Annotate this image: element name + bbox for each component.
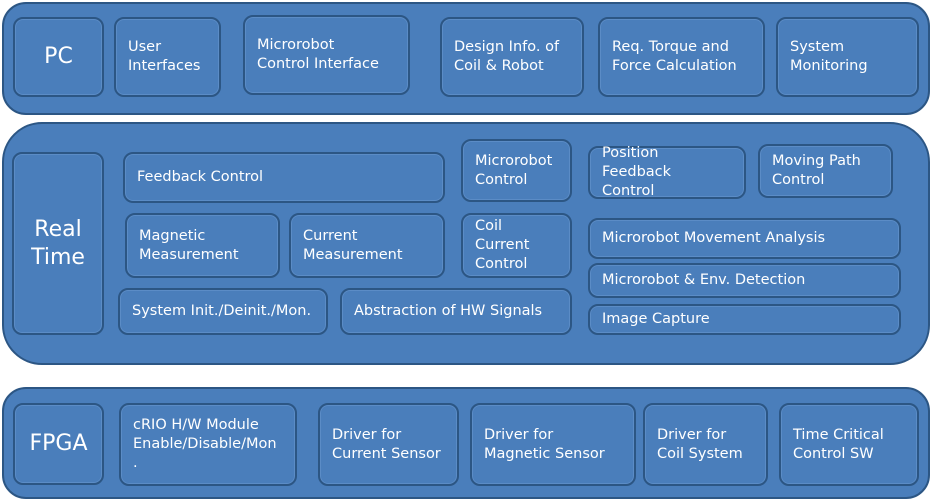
design-info-block: Design Info. of Coil & Robot — [440, 17, 584, 97]
feedback-control-block: Feedback Control — [123, 152, 445, 203]
req-torque-block: Req. Torque and Force Calculation — [598, 17, 765, 97]
system-init-block: System Init./Deinit./Mon. — [118, 288, 328, 335]
microrobot-control-block: Microrobot Control — [461, 139, 572, 202]
microrobot-control-interface-block: Microrobot Control Interface — [243, 15, 410, 95]
realtime-layer-label: Real Time — [12, 152, 104, 335]
image-capture-block: Image Capture — [588, 304, 901, 335]
fpga-layer-label: FPGA — [13, 403, 104, 485]
microrobot-movement-analysis-block: Microrobot Movement Analysis — [588, 218, 901, 259]
coil-current-control-block: Coil Current Control — [461, 213, 572, 278]
pc-layer-label: PC — [13, 17, 104, 97]
magnetic-measurement-block: Magnetic Measurement — [125, 213, 280, 278]
user-interfaces-block: User Interfaces — [114, 17, 221, 97]
microrobot-env-detection-block: Microrobot & Env. Detection — [588, 263, 901, 298]
abstraction-hw-signals-block: Abstraction of HW Signals — [340, 288, 572, 335]
position-feedback-control-block: Position Feedback Control — [588, 145, 746, 199]
time-critical-control-block: Time Critical Control SW — [779, 403, 919, 486]
current-measurement-block: Current Measurement — [289, 213, 445, 278]
system-monitoring-block: System Monitoring — [776, 17, 919, 97]
moving-path-control-block: Moving Path Control — [758, 144, 893, 198]
driver-coil-system-block: Driver for Coil System — [643, 403, 768, 486]
crio-module-block: cRIO H/W Module Enable/Disable/Mon . — [119, 403, 297, 486]
driver-current-sensor-block: Driver for Current Sensor — [318, 403, 459, 486]
driver-magnetic-sensor-block: Driver for Magnetic Sensor — [470, 403, 636, 486]
